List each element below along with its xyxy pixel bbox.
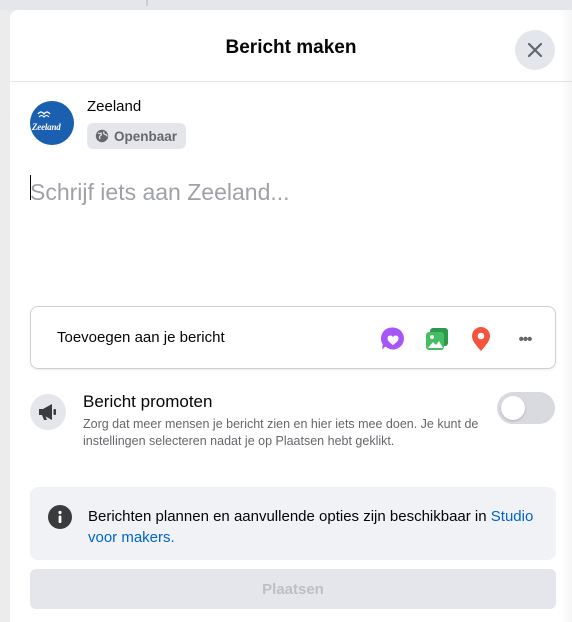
info-message: Berichten plannen en aanvullende opties …	[88, 508, 491, 525]
photo-video-icon	[426, 328, 448, 350]
audience-label: Openbaar	[114, 128, 178, 144]
feeling-icon	[380, 327, 404, 350]
promote-description: Zorg dat meer mensen je bericht zien en …	[83, 417, 479, 448]
post-author: Zeeland Zeeland Openbaar	[30, 98, 330, 156]
promote-post-section: Bericht promoten Zorg dat meer mensen je…	[30, 388, 560, 478]
globe-icon	[95, 129, 109, 143]
post-text-input[interactable]	[30, 172, 550, 212]
info-text: Berichten plannen en aanvullende opties …	[88, 506, 548, 548]
add-to-post-options: •••	[375, 321, 543, 357]
post-button[interactable]: Plaatsen	[30, 569, 556, 609]
megaphone-icon	[39, 404, 56, 420]
location-pin-icon	[472, 327, 490, 351]
info-glyph-icon	[58, 510, 62, 523]
megaphone-icon-container	[30, 394, 66, 430]
promote-title: Bericht promoten	[83, 392, 213, 411]
dialog-header: Bericht maken	[10, 10, 572, 82]
create-post-dialog: Bericht maken Zeeland Zeeland Openbaar S…	[10, 10, 572, 622]
dialog-title: Bericht maken	[225, 37, 357, 58]
audience-selector-button[interactable]: Openbaar	[87, 123, 187, 149]
toggle-knob	[501, 396, 525, 420]
avatar-logo-text: Zeeland	[32, 122, 61, 132]
background-divider	[146, 0, 148, 6]
add-to-post-label: Toevoegen aan je bericht	[57, 329, 225, 346]
background-page	[0, 0, 572, 10]
close-icon	[527, 42, 543, 58]
more-options-button[interactable]: •••	[507, 321, 543, 357]
feeling-activity-button[interactable]	[375, 321, 411, 357]
dialog-edge-shadow	[560, 10, 572, 622]
author-name: Zeeland	[87, 98, 142, 115]
add-to-post-box: Toevoegen aan je bericht •••	[30, 306, 556, 369]
promote-toggle[interactable]	[497, 392, 555, 424]
close-button[interactable]	[515, 30, 555, 70]
more-icon: •••	[518, 330, 533, 348]
post-composer	[30, 172, 550, 292]
photo-video-button[interactable]	[419, 321, 455, 357]
location-button[interactable]	[463, 321, 499, 357]
info-icon	[48, 505, 72, 529]
info-banner: Berichten plannen en aanvullende opties …	[30, 487, 556, 560]
avatar[interactable]: Zeeland	[30, 101, 74, 145]
